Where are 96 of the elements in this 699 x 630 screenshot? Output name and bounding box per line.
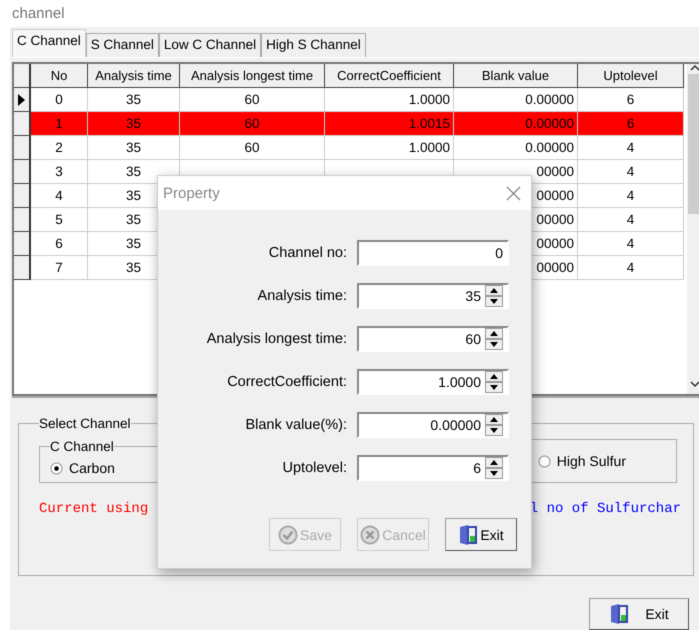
field-label: Blank value(%): — [244, 417, 347, 433]
table-cell: 4 — [55, 188, 63, 203]
table-cell: 4 — [626, 188, 634, 203]
table-cell: 35 — [126, 212, 142, 227]
field-label: Uptolevel: — [282, 460, 347, 476]
field-label: Analysis time: — [256, 288, 347, 304]
table-cell: 4 — [626, 164, 634, 179]
table-cell: 60 — [244, 92, 260, 107]
table-cell: 1.0000 — [408, 140, 450, 155]
table-cell: 4 — [626, 140, 634, 155]
table-cell: 4 — [626, 212, 634, 227]
radio-button[interactable] — [538, 454, 551, 468]
input-field[interactable]: 0.00000 — [357, 412, 509, 438]
input-field[interactable]: 6 — [357, 455, 509, 481]
chevron-down-icon[interactable] — [690, 380, 699, 388]
table-cell: 35 — [126, 236, 142, 251]
current-row-icon — [18, 94, 25, 106]
table-cell: 35 — [126, 116, 142, 131]
row-indicator[interactable] — [14, 160, 31, 184]
table-cell: 00000 — [536, 212, 574, 227]
scrollbar[interactable] — [687, 64, 699, 394]
field-label: CorrectCoefficient: — [226, 374, 347, 390]
table-row[interactable]: 1 35 60 1.0015 0.00000 6 — [14, 112, 687, 136]
window-title: channel — [11, 5, 65, 22]
close-icon[interactable] — [506, 186, 521, 200]
table-cell: 6 — [626, 116, 634, 131]
table-cell: 1 — [55, 116, 63, 131]
column-header[interactable]: Blank value — [454, 64, 578, 88]
row-indicator[interactable] — [14, 184, 31, 208]
row-indicator[interactable] — [14, 136, 31, 160]
table-cell: 5 — [55, 212, 63, 227]
table-cell: 0.00000 — [525, 140, 574, 155]
table-cell: 0.00000 — [525, 92, 574, 107]
table-cell: 35 — [126, 164, 142, 179]
spinner-arrows-icon[interactable] — [485, 328, 503, 350]
table-cell: 35 — [126, 140, 142, 155]
exit-button[interactable]: Exit — [589, 598, 689, 630]
status-message: l no of Sulfurchar — [530, 501, 681, 517]
input-field[interactable]: 1.0000 — [357, 369, 509, 395]
table-cell: 35 — [126, 92, 142, 107]
input-field[interactable]: 60 — [357, 326, 509, 352]
table-cell: 00000 — [536, 188, 574, 203]
column-header[interactable]: Analysis longest time — [180, 64, 325, 88]
row-indicator[interactable] — [14, 112, 31, 136]
group-title: C Channel — [50, 439, 114, 454]
table-cell: 7 — [55, 260, 63, 275]
radio-label[interactable]: High Sulfur — [556, 453, 626, 469]
table-cell: 35 — [126, 260, 142, 275]
table-cell: 6 — [626, 92, 634, 107]
input-field[interactable]: 0 — [357, 240, 509, 266]
table-cell: 4 — [626, 260, 634, 275]
table-cell: 1.0015 — [408, 116, 450, 131]
column-header[interactable]: Uptolevel — [578, 64, 684, 88]
spinner-arrows-icon[interactable] — [485, 285, 503, 307]
table-cell: 00000 — [536, 164, 574, 179]
table-cell: 1.0000 — [408, 92, 450, 107]
row-indicator[interactable] — [14, 88, 31, 112]
column-header[interactable]: CorrectCoefficient — [325, 64, 454, 88]
field-label: Analysis longest time: — [206, 331, 347, 347]
table-cell: 00000 — [536, 236, 574, 251]
exit-button[interactable]: Exit — [445, 518, 517, 551]
table-cell: 0 — [55, 92, 63, 107]
status-message: Current using — [39, 501, 148, 517]
table-cell: 2 — [55, 140, 63, 155]
row-indicator[interactable] — [14, 232, 31, 256]
row-indicator[interactable] — [14, 256, 31, 280]
spinner-arrows-icon[interactable] — [485, 414, 503, 436]
table-cell: 3 — [55, 164, 63, 179]
table-cell: 0.00000 — [525, 116, 574, 131]
door-icon — [609, 603, 630, 625]
tab[interactable]: Low C Channel — [158, 33, 262, 57]
spinner-arrows-icon[interactable] — [485, 457, 503, 479]
tab[interactable]: C Channel — [12, 29, 86, 57]
table-row[interactable]: 2 35 60 1.0000 0.00000 4 — [14, 136, 687, 160]
x-circle-icon — [360, 524, 380, 544]
check-circle-icon — [278, 524, 298, 544]
table-cell: 00000 — [536, 260, 574, 275]
input-field[interactable]: 35 — [357, 283, 509, 309]
radio-button[interactable] — [50, 462, 63, 474]
tab[interactable]: High S Channel — [261, 33, 366, 57]
tab[interactable]: S Channel — [86, 33, 159, 57]
table-cell: 60 — [244, 116, 260, 131]
radio-label[interactable]: Carbon — [69, 460, 115, 476]
table-cell: 60 — [244, 140, 260, 155]
row-indicator[interactable] — [14, 208, 31, 232]
table-cell: 6 — [55, 236, 63, 251]
chevron-up-icon[interactable] — [690, 64, 699, 72]
table-cell: 4 — [626, 236, 634, 251]
dialog-title: Property — [163, 184, 220, 202]
column-header[interactable]: No — [31, 64, 88, 88]
group-title: Select Channel — [39, 416, 131, 431]
spinner-arrows-icon[interactable] — [485, 371, 503, 393]
column-header[interactable]: Analysis time — [88, 64, 180, 88]
table-cell: 35 — [126, 188, 142, 203]
door-icon — [458, 524, 478, 546]
grid-corner — [14, 64, 31, 88]
